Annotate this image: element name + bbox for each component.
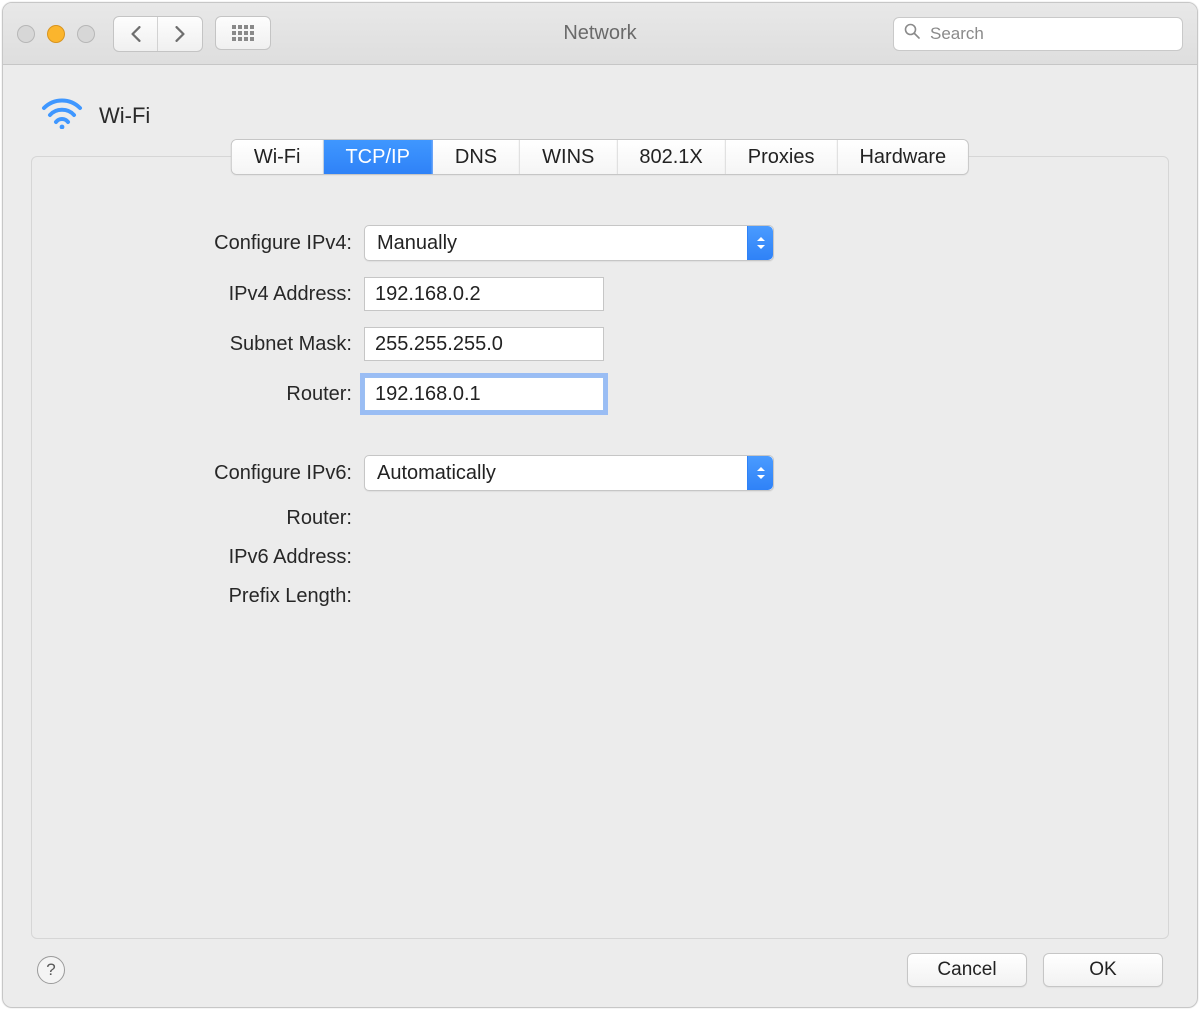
footer: ? Cancel OK bbox=[31, 939, 1169, 993]
tab-dns[interactable]: DNS bbox=[433, 140, 520, 174]
traffic-lights bbox=[17, 25, 95, 43]
show-all-button[interactable] bbox=[215, 16, 271, 50]
nav-back-forward bbox=[113, 16, 203, 52]
preferences-window: Network Wi-Fi bbox=[2, 2, 1198, 1008]
subnet-mask-label: Subnet Mask: bbox=[72, 333, 352, 356]
configure-ipv4-label: Configure IPv4: bbox=[72, 232, 352, 255]
ipv4-address-label: IPv4 Address: bbox=[72, 283, 352, 306]
help-button[interactable]: ? bbox=[37, 956, 65, 984]
chevrons-icon bbox=[747, 226, 773, 260]
ipv6-address-label: IPv6 Address: bbox=[72, 546, 352, 569]
search-input[interactable] bbox=[928, 23, 1172, 45]
search-icon bbox=[904, 23, 920, 44]
cancel-button[interactable]: Cancel bbox=[907, 953, 1027, 987]
tcpip-form: Configure IPv4: Manually IPv4 Address: S… bbox=[72, 225, 1128, 608]
tab-8021x[interactable]: 802.1X bbox=[617, 140, 725, 174]
tab-bar: Wi-Fi TCP/IP DNS WINS 802.1X Proxies Har… bbox=[231, 139, 969, 175]
configure-ipv4-value: Manually bbox=[377, 232, 457, 255]
tab-wins[interactable]: WINS bbox=[520, 140, 617, 174]
content-area: Wi-Fi Wi-Fi TCP/IP DNS WINS 802.1X Proxi… bbox=[3, 65, 1197, 1007]
subnet-mask-input[interactable] bbox=[364, 327, 604, 361]
chevrons-icon bbox=[747, 456, 773, 490]
close-window-button[interactable] bbox=[17, 25, 35, 43]
search-field[interactable] bbox=[893, 17, 1183, 51]
tab-proxies[interactable]: Proxies bbox=[726, 140, 838, 174]
router-input[interactable] bbox=[364, 377, 604, 411]
tab-hardware[interactable]: Hardware bbox=[837, 140, 968, 174]
configure-ipv4-popup[interactable]: Manually bbox=[364, 225, 774, 261]
tab-wifi[interactable]: Wi-Fi bbox=[232, 140, 324, 174]
settings-panel: Wi-Fi TCP/IP DNS WINS 802.1X Proxies Har… bbox=[31, 156, 1169, 939]
router-label: Router: bbox=[72, 383, 352, 406]
configure-ipv6-label: Configure IPv6: bbox=[72, 462, 352, 485]
forward-button[interactable] bbox=[158, 17, 202, 51]
prefix-length-label: Prefix Length: bbox=[72, 585, 352, 608]
ipv6-router-label: Router: bbox=[72, 507, 352, 530]
zoom-window-button[interactable] bbox=[77, 25, 95, 43]
back-button[interactable] bbox=[114, 17, 158, 51]
interface-name: Wi-Fi bbox=[99, 103, 150, 129]
wifi-icon bbox=[41, 97, 83, 134]
ipv4-address-input[interactable] bbox=[364, 277, 604, 311]
tab-tcpip[interactable]: TCP/IP bbox=[323, 140, 432, 174]
configure-ipv6-popup[interactable]: Automatically bbox=[364, 455, 774, 491]
minimize-window-button[interactable] bbox=[47, 25, 65, 43]
toolbar-buttons bbox=[113, 16, 271, 52]
ok-button[interactable]: OK bbox=[1043, 953, 1163, 987]
titlebar: Network bbox=[3, 3, 1197, 65]
configure-ipv6-value: Automatically bbox=[377, 462, 496, 485]
